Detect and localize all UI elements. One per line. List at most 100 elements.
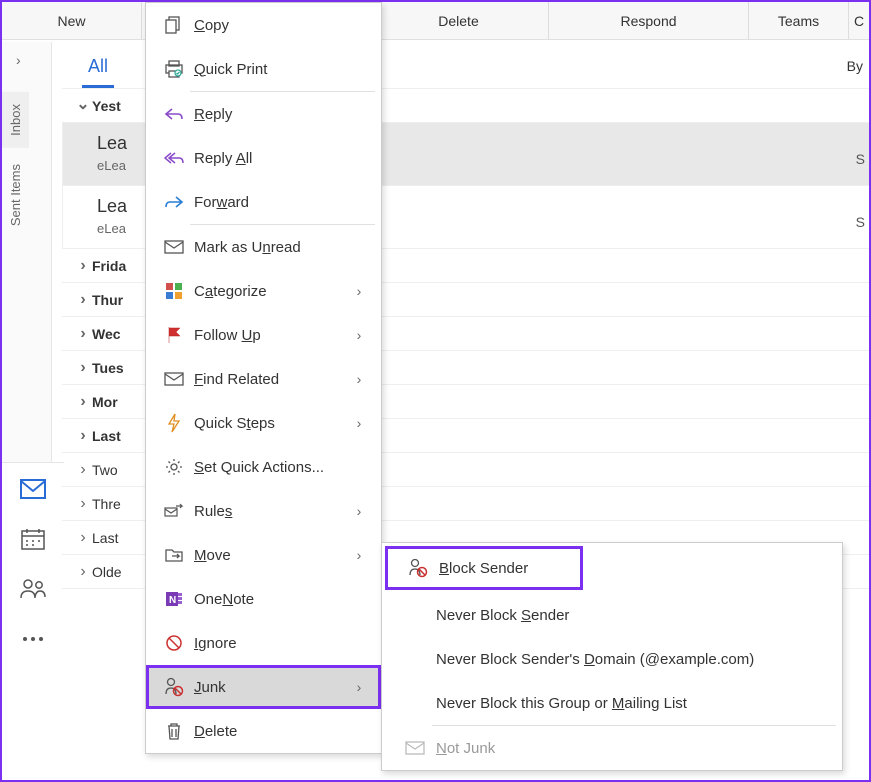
chevron-right-icon [74,563,92,581]
chevron-right-icon [74,427,92,445]
chevron-right-icon: › [351,503,367,519]
envelope-icon [160,240,188,254]
envelope-related-icon [160,372,188,386]
ctx-never-block-group[interactable]: Never Block this Group or Mailing List [382,681,842,725]
chevron-down-icon [74,96,92,116]
ctx-label: Quick Print [188,61,367,78]
ctx-quick-steps[interactable]: Quick Steps › [146,401,381,445]
ctx-label: Ignore [188,635,367,652]
ctx-label: Follow Up [188,327,351,344]
chevron-right-icon: › [351,547,367,563]
forward-icon [160,195,188,209]
ctx-block-sender[interactable]: Block Sender [385,546,583,590]
group-label: Thur [92,292,123,308]
ctx-find-related[interactable]: Find Related › [146,357,381,401]
printer-icon [160,60,188,78]
group-label: Thre [92,496,121,512]
tab-all[interactable]: All [82,48,114,88]
ctx-delete[interactable]: Delete [146,709,381,753]
reply-all-icon [160,151,188,165]
ribbon-group-delete[interactable]: Delete [369,2,549,39]
ctx-label: OneNote [188,591,367,608]
junk-icon [160,677,188,697]
group-label: Wec [92,326,121,342]
ctx-label: Mark as Unread [188,239,367,256]
expand-rail-icon[interactable]: › [16,52,21,68]
chevron-right-icon [74,393,92,411]
chevron-right-icon [74,495,92,513]
ctx-not-junk: Not Junk [382,726,842,770]
ctx-categorize[interactable]: Categorize › [146,269,381,313]
ctx-label: Find Related [188,371,351,388]
ctx-label: Rules [188,503,351,520]
ribbon-group-new[interactable]: New [2,2,142,39]
chevron-right-icon [74,325,92,343]
ctx-set-quick-actions[interactable]: Set Quick Actions... [146,445,381,489]
more-icon[interactable] [19,627,47,651]
ribbon-group-cut: C [849,2,869,39]
ctx-label: CCopyopy [188,17,367,34]
ribbon-bar: New Delete Respond Teams C [2,2,869,40]
group-label: Two [92,462,118,478]
ctx-label: Categorize [188,283,351,300]
ctx-label: Never Block this Group or Mailing List [430,695,828,712]
chevron-right-icon [74,529,92,547]
ctx-quick-print[interactable]: Quick Print [146,47,381,91]
group-label: Yest [92,98,121,114]
ctx-label: Junk [188,679,351,696]
rules-icon [160,502,188,520]
group-label: Last [92,530,118,546]
ctx-follow-up[interactable]: Follow Up › [146,313,381,357]
ctx-label: Quick Steps [188,415,351,432]
chevron-right-icon: › [351,371,367,387]
ctx-reply[interactable]: Reply [146,92,381,136]
ctx-label: Reply All [188,150,367,167]
people-icon[interactable] [19,577,47,601]
vtab-inbox[interactable]: Inbox [2,92,29,148]
onenote-icon: N [160,590,188,608]
ctx-label: Never Block Sender's Domain (@example.co… [430,651,828,668]
lightning-icon [160,413,188,433]
ctx-reply-all[interactable]: Reply All [146,136,381,180]
categorize-icon [160,282,188,300]
ctx-junk[interactable]: Junk › [146,665,381,709]
ctx-label: Never Block Sender [430,607,828,624]
ctx-rules[interactable]: Rules › [146,489,381,533]
message-side: S [856,214,865,230]
chevron-right-icon: › [351,283,367,299]
chevron-right-icon [74,257,92,275]
ctx-onenote[interactable]: N OneNote [146,577,381,621]
ctx-label: Move [188,547,351,564]
ctx-never-block-domain[interactable]: Never Block Sender's Domain (@example.co… [382,637,842,681]
copy-icon [160,16,188,34]
ctx-label: Not Junk [430,740,828,757]
chevron-right-icon [74,461,92,479]
group-label: Frida [92,258,126,274]
block-sender-icon [403,558,433,578]
chevron-right-icon: › [351,415,367,431]
group-label: Tues [92,360,124,376]
trash-icon [160,722,188,740]
ctx-never-block-sender[interactable]: Never Block Sender [382,593,842,637]
flag-icon [160,326,188,344]
chevron-right-icon: › [351,679,367,695]
calendar-icon[interactable] [19,527,47,551]
ribbon-group-respond[interactable]: Respond [549,2,749,39]
ctx-label: Reply [188,106,367,123]
ctx-forward[interactable]: Forward [146,180,381,224]
ribbon-group-teams[interactable]: Teams [749,2,849,39]
ctx-ignore[interactable]: Ignore [146,621,381,665]
ctx-mark-unread[interactable]: Mark as Unread [146,225,381,269]
mail-icon[interactable] [19,477,47,501]
message-side: S [856,151,865,167]
ctx-move[interactable]: Move › [146,533,381,577]
group-label: Olde [92,564,122,580]
ignore-icon [160,634,188,652]
reply-icon [160,107,188,121]
ctx-label: Block Sender [433,560,569,577]
ctx-copy[interactable]: CCopyopy [146,3,381,47]
envelope-icon [400,741,430,755]
sort-by-label[interactable]: By [847,58,863,74]
vtab-sent-items[interactable]: Sent Items [2,152,29,238]
chevron-right-icon: › [351,327,367,343]
